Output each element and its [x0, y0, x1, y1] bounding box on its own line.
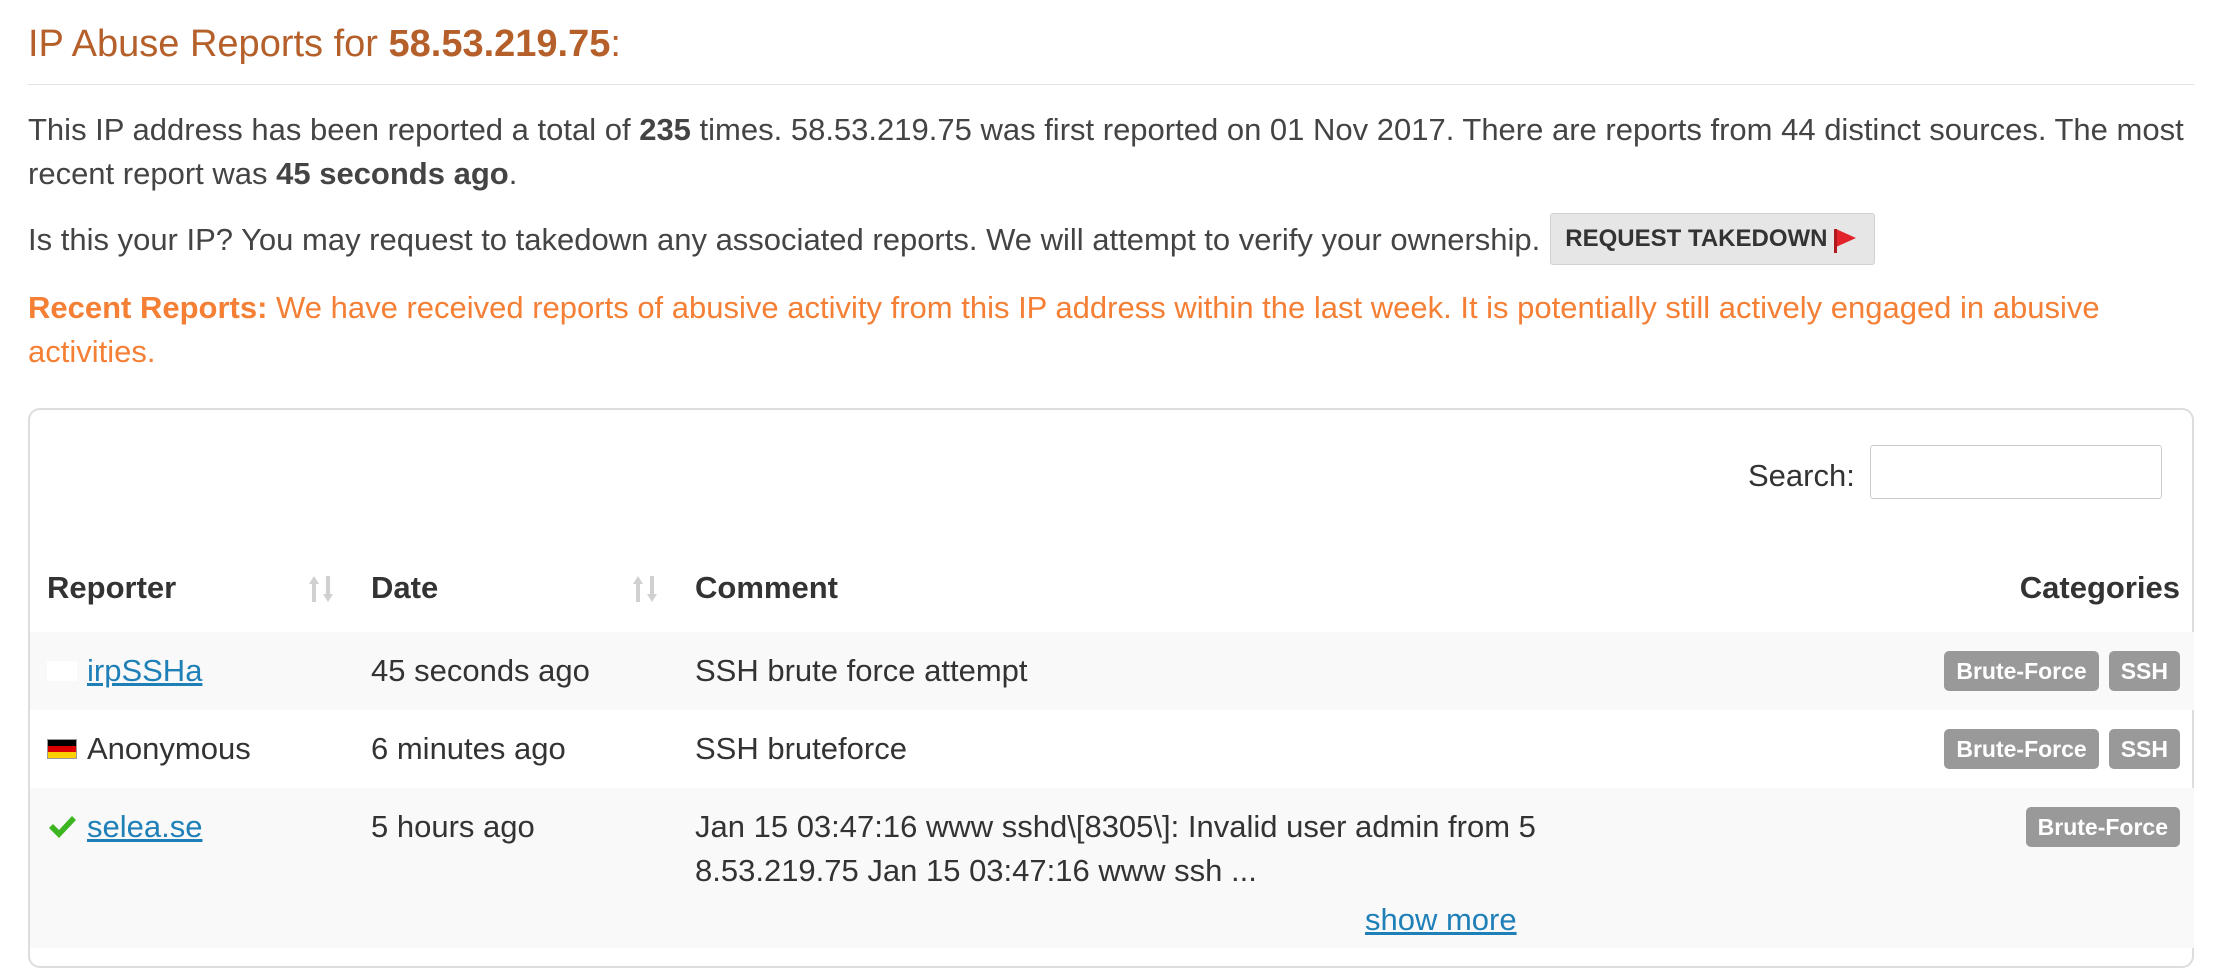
sort-icon[interactable] — [307, 572, 335, 606]
table-row: selea.se 5 hours ago Jan 15 03:47:16 www… — [30, 788, 2194, 948]
search-label: Search: — [1748, 458, 1855, 493]
reports-table-panel: Search: Reporter Date Comment Categories… — [28, 408, 2194, 968]
page-title: IP Abuse Reports for 58.53.219.75: — [28, 16, 2194, 85]
comment-cell: SSH bruteforce — [695, 731, 907, 766]
recent-reports-warning: Recent Reports: We have received reports… — [28, 286, 2194, 374]
column-header-date[interactable]: Date — [371, 558, 438, 618]
categories-cell: Brute-Force — [2025, 807, 2180, 847]
verified-check-icon — [49, 816, 76, 838]
table-header: Reporter Date Comment Categories — [30, 558, 2194, 618]
sort-icon[interactable] — [631, 572, 659, 606]
date-cell: 6 minutes ago — [371, 731, 566, 766]
column-header-reporter[interactable]: Reporter — [47, 558, 176, 618]
column-header-categories: Categories — [2019, 570, 2180, 605]
germany-flag-icon — [47, 739, 77, 759]
report-summary: This IP address has been reported a tota… — [28, 108, 2194, 196]
category-badge[interactable]: Brute-Force — [2025, 807, 2180, 847]
blank-flag-icon — [47, 661, 77, 681]
most-recent-report: 45 seconds ago — [276, 156, 509, 191]
title-prefix: IP Abuse Reports for — [28, 23, 389, 65]
reporter-cell: Anonymous — [47, 727, 251, 771]
takedown-label: REQUEST TAKEDOWN — [1565, 225, 1828, 252]
summary-text-c: . — [508, 156, 518, 191]
red-flag-icon — [1833, 229, 1856, 253]
table-row: Anonymous 6 minutes ago SSH bruteforce B… — [30, 710, 2194, 788]
summary-text-a: This IP address has been reported a tota… — [28, 112, 640, 147]
category-badge[interactable]: Brute-Force — [1944, 651, 2099, 691]
recent-reports-text: We have received reports of abusive acti… — [28, 290, 2100, 369]
ownership-notice: Is this your IP? You may request to take… — [28, 213, 2194, 268]
search-input[interactable] — [1870, 445, 2162, 499]
category-badge[interactable]: SSH — [2108, 651, 2180, 691]
recent-reports-label: Recent Reports: — [28, 290, 268, 325]
reporter-link[interactable]: irpSSHa — [87, 649, 202, 693]
comment-cell: SSH brute force attempt — [695, 653, 1028, 688]
show-more-link[interactable]: show more — [1365, 898, 1517, 942]
date-cell: 5 hours ago — [371, 809, 535, 844]
ownership-text: Is this your IP? You may request to take… — [28, 222, 1541, 258]
reporter-link[interactable]: selea.se — [87, 805, 202, 849]
category-badge[interactable]: SSH — [2108, 729, 2180, 769]
total-reports-count: 235 — [639, 112, 691, 147]
reporter-cell: irpSSHa — [47, 649, 202, 693]
comment-cell: Jan 15 03:47:16 www sshd\[8305\]: Invali… — [695, 809, 1536, 888]
category-badge[interactable]: Brute-Force — [1944, 729, 2099, 769]
reporter-name: Anonymous — [87, 731, 251, 766]
date-cell: 45 seconds ago — [371, 653, 590, 688]
title-suffix: : — [610, 23, 621, 65]
categories-cell: Brute-Force SSH — [1944, 729, 2180, 769]
reporter-cell: selea.se — [47, 805, 202, 849]
column-header-comment: Comment — [695, 570, 838, 605]
categories-cell: Brute-Force SSH — [1944, 651, 2180, 691]
table-row: irpSSHa 45 seconds ago SSH brute force a… — [30, 632, 2194, 710]
title-ip: 58.53.219.75 — [388, 23, 611, 65]
request-takedown-button[interactable]: REQUEST TAKEDOWN — [1550, 213, 1875, 265]
